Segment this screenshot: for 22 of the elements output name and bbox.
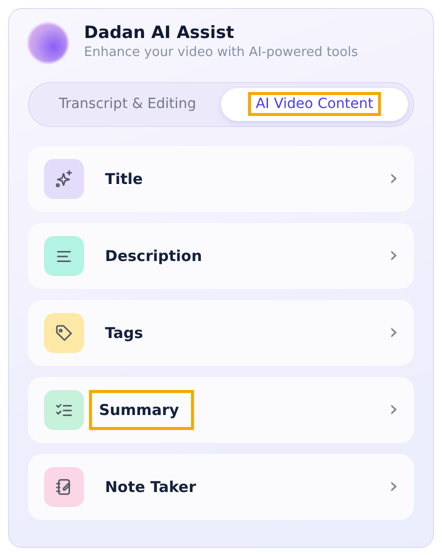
app-subtitle: Enhance your video with AI-powered tools <box>84 44 358 62</box>
avatar-orb-icon <box>28 23 68 63</box>
app-title: Dadan AI Assist <box>84 23 236 44</box>
chevron-icon: › <box>389 399 398 421</box>
menu-item[interactable]: Tags › <box>28 300 414 366</box>
item-label: Title <box>104 168 144 190</box>
tag-icon <box>54 323 74 343</box>
item-label: Tags <box>104 322 144 344</box>
item-label: Note Taker <box>104 476 197 498</box>
item-label: Summary <box>92 392 192 428</box>
menu-item[interactable]: Description › <box>28 223 414 289</box>
chevron-icon: › <box>389 245 398 267</box>
tab[interactable]: AI Video Content <box>221 88 408 121</box>
menu-item[interactable]: Note Taker › <box>28 454 414 520</box>
chevron-icon: › <box>389 476 398 498</box>
chevron-icon: › <box>389 322 398 344</box>
chevron-icon: › <box>389 168 398 190</box>
menu-item[interactable]: Title › <box>28 146 414 212</box>
item-label: Description <box>104 246 204 267</box>
tab[interactable]: Transcript & Editing <box>34 88 221 121</box>
sparkle-icon <box>54 169 74 189</box>
menu-item[interactable]: Summary › <box>28 377 414 443</box>
